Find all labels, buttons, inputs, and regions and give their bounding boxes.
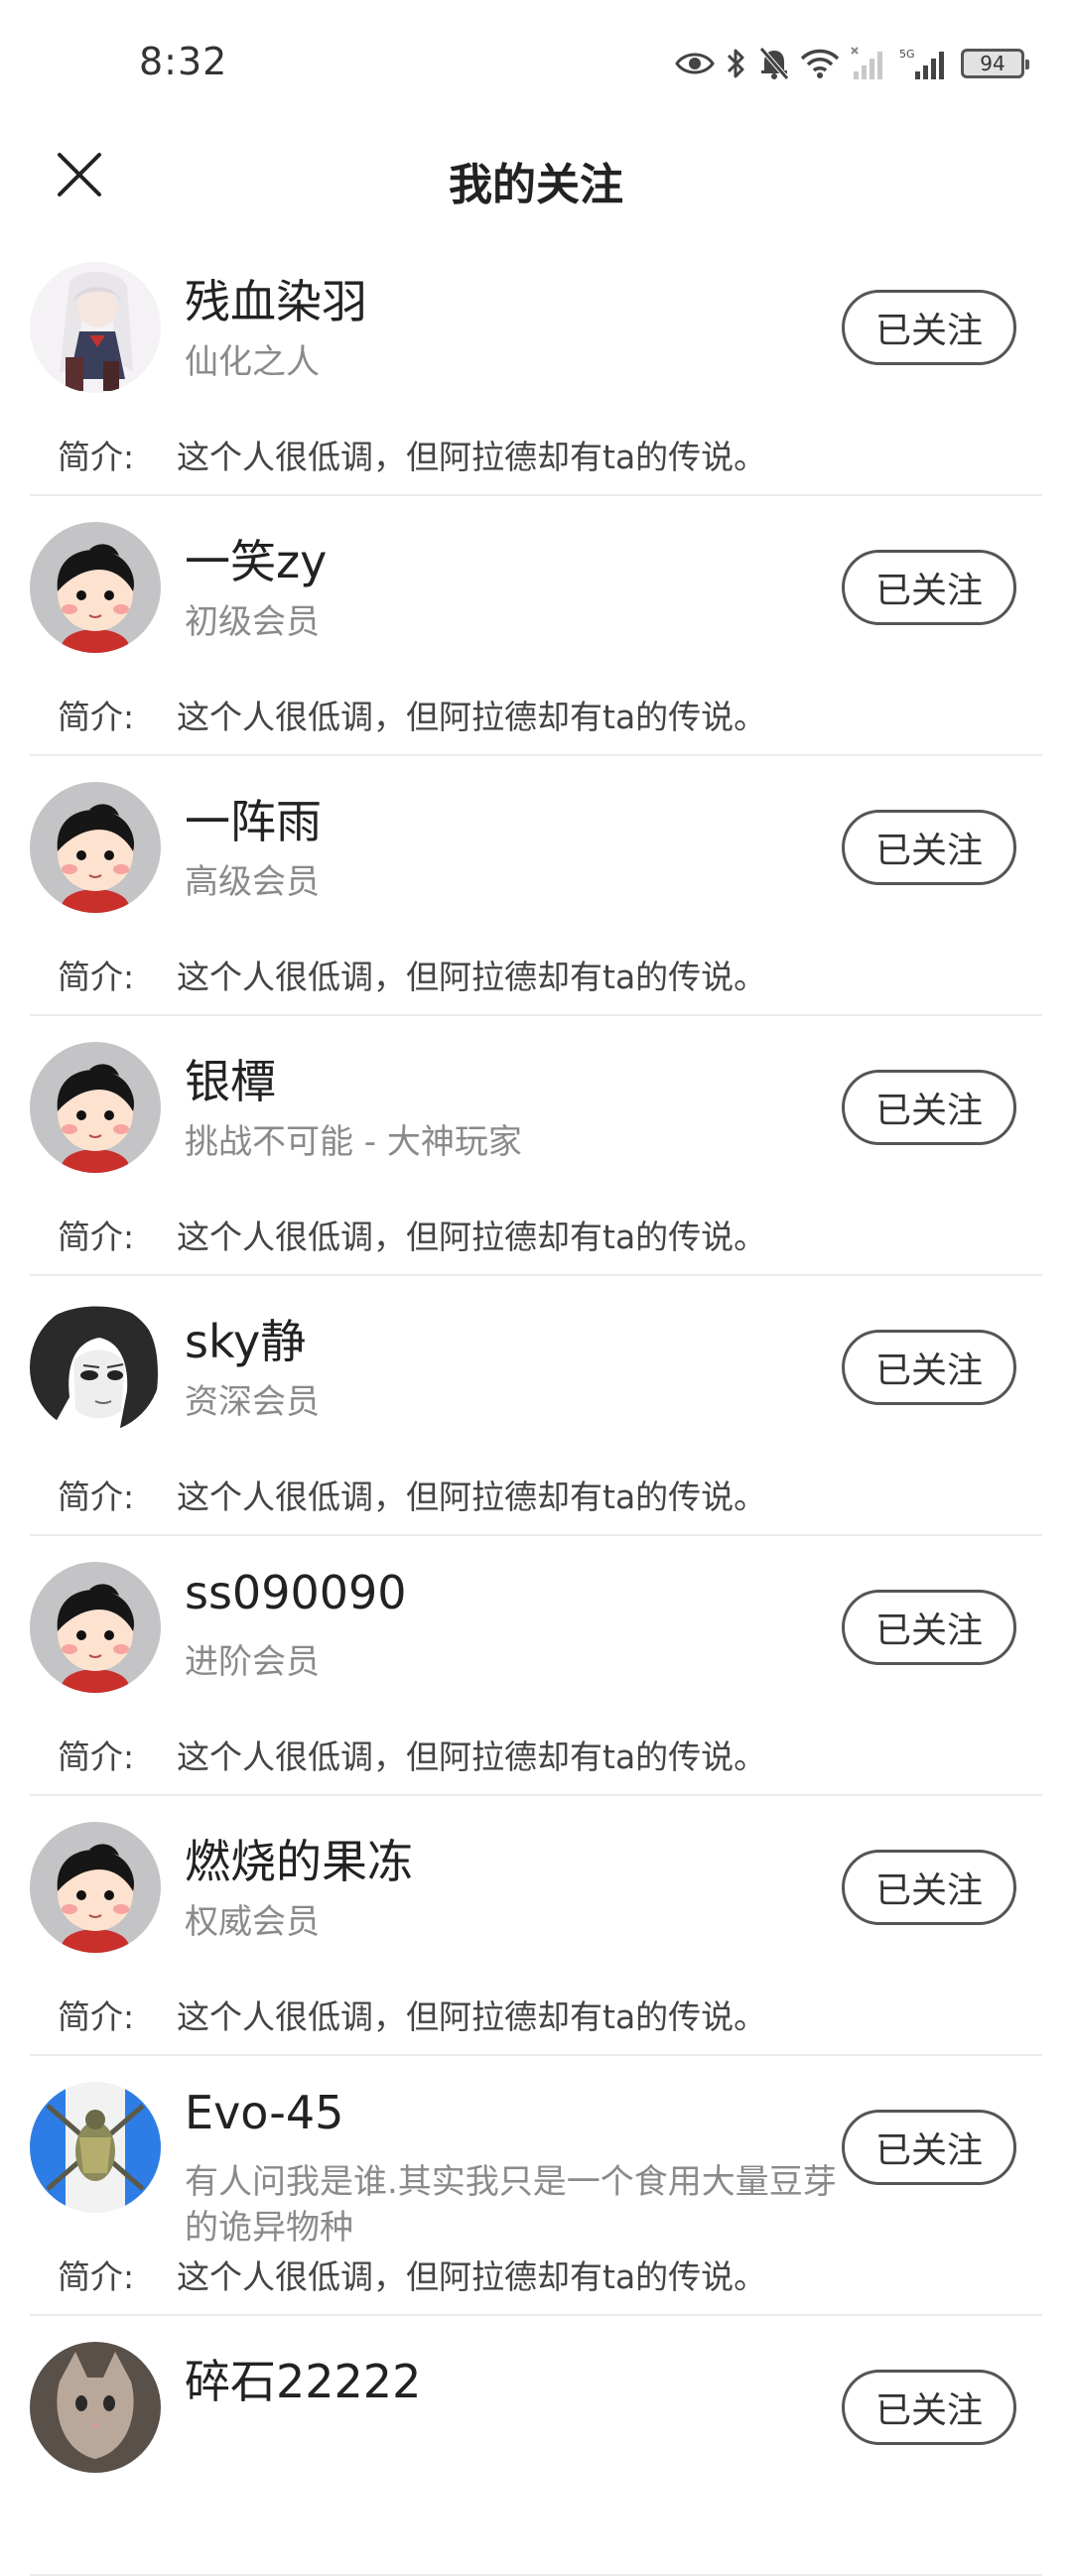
followed-button[interactable]: 已关注	[842, 1070, 1016, 1145]
status-icons: 5G 94	[675, 44, 1029, 83]
user-title: 权威会员	[185, 1902, 320, 1942]
default-cartoon-avatar[interactable]	[30, 1562, 161, 1693]
header: 我的关注	[0, 129, 1072, 228]
intro-text: 这个人很低调，但阿拉德却有ta的传说。	[177, 1218, 767, 1256]
intro-text: 这个人很低调，但阿拉德却有ta的传说。	[177, 1997, 767, 2036]
intro-text: 这个人很低调，但阿拉德却有ta的传说。	[177, 1478, 767, 1516]
no-signal-icon	[851, 47, 882, 79]
signal-5g-icon: 5G	[899, 48, 944, 79]
follow-list: 残血染羽 仙化之人 已关注 简介: 这个人很低调，但阿拉德却有ta的传说。 一笑z…	[0, 236, 1072, 2576]
status-bar: 8:32 5G 94	[0, 0, 1072, 129]
follow-item: 燃烧的果冻 权威会员 已关注 简介: 这个人很低调，但阿拉德却有ta的传说。	[0, 1796, 1072, 2056]
eye-icon	[675, 53, 715, 74]
followed-button[interactable]: 已关注	[842, 290, 1016, 365]
followed-button[interactable]: 已关注	[842, 810, 1016, 885]
user-title: 挑战不可能 - 大神玩家	[185, 1122, 522, 1162]
follow-item: ss090090 进阶会员 已关注 简介: 这个人很低调，但阿拉德却有ta的传说。	[0, 1536, 1072, 1796]
default-cartoon-avatar[interactable]	[30, 1042, 161, 1173]
intro-label: 简介:	[58, 1478, 135, 1516]
intro-row: 简介: 这个人很低调，但阿拉德却有ta的传说。	[58, 951, 766, 998]
follow-item: 一笑zy 初级会员 已关注 简介: 这个人很低调，但阿拉德却有ta的传说。	[0, 496, 1072, 756]
follow-item: 碎石22222 已关注	[0, 2316, 1072, 2576]
sketch-portrait-avatar[interactable]	[30, 1302, 161, 1433]
follow-item: 残血染羽 仙化之人 已关注 简介: 这个人很低调，但阿拉德却有ta的传说。	[0, 236, 1072, 496]
intro-label: 简介:	[58, 1997, 135, 2036]
followed-button[interactable]: 已关注	[842, 1590, 1016, 1665]
intro-row: 简介: 这个人很低调，但阿拉德却有ta的传说。	[58, 1211, 766, 1258]
user-title: 高级会员	[185, 862, 320, 902]
intro-row: 简介: 这个人很低调，但阿拉德却有ta的传说。	[58, 691, 766, 738]
battery-level: 94	[980, 52, 1005, 75]
anime-girl-avatar[interactable]	[30, 262, 161, 393]
svg-text:5G: 5G	[899, 48, 915, 61]
follow-item: sky静 资深会员 已关注 简介: 这个人很低调，但阿拉德却有ta的传说。	[0, 1276, 1072, 1536]
default-cartoon-avatar[interactable]	[30, 522, 161, 653]
follow-item: 银橝 挑战不可能 - 大神玩家 已关注 简介: 这个人很低调，但阿拉德却有ta的传…	[0, 1016, 1072, 1276]
user-name[interactable]: 一笑zy	[185, 526, 327, 591]
user-name[interactable]: 一阵雨	[185, 786, 322, 851]
intro-text: 这个人很低调，但阿拉德却有ta的传说。	[177, 438, 767, 476]
bluetooth-icon	[727, 49, 744, 78]
mute-bell-icon	[759, 47, 789, 80]
intro-text: 这个人很低调，但阿拉德却有ta的传说。	[177, 1738, 767, 1776]
user-name[interactable]: ss090090	[185, 1566, 407, 1619]
intro-label: 简介:	[58, 1738, 135, 1776]
battery-indicator: 94	[961, 49, 1029, 78]
user-name[interactable]: 碎石22222	[185, 2346, 421, 2411]
wifi-icon	[800, 49, 840, 78]
intro-text: 这个人很低调，但阿拉德却有ta的传说。	[177, 958, 767, 996]
intro-label: 简介:	[58, 958, 135, 996]
user-title: 有人问我是谁.其实我只是一个食用大量豆芽的诡异物种	[185, 2162, 837, 2248]
followed-button[interactable]: 已关注	[842, 1850, 1016, 1925]
intro-row: 简介: 这个人很低调，但阿拉德却有ta的传说。	[58, 431, 766, 478]
intro-text: 这个人很低调，但阿拉德却有ta的传说。	[177, 2257, 767, 2296]
user-title: 初级会员	[185, 602, 320, 642]
followed-button[interactable]: 已关注	[842, 2110, 1016, 2185]
intro-row: 简介: 这个人很低调，但阿拉德却有ta的传说。	[58, 1471, 766, 1518]
follow-item: 一阵雨 高级会员 已关注 简介: 这个人很低调，但阿拉德却有ta的传说。	[0, 756, 1072, 1016]
user-name[interactable]: 银橝	[185, 1046, 276, 1111]
user-title: 资深会员	[185, 1382, 320, 1422]
followed-button[interactable]: 已关注	[842, 550, 1016, 625]
intro-label: 简介:	[58, 1218, 135, 1256]
status-time: 8:32	[139, 40, 228, 83]
intro-text: 这个人很低调，但阿拉德却有ta的传说。	[177, 698, 767, 736]
default-cartoon-avatar[interactable]	[30, 782, 161, 913]
user-name[interactable]: sky静	[185, 1306, 306, 1371]
intro-label: 简介:	[58, 2257, 135, 2296]
follow-item: Evo-45 有人问我是谁.其实我只是一个食用大量豆芽的诡异物种 已关注 简介:…	[0, 2056, 1072, 2316]
armored-bug-avatar[interactable]	[30, 2082, 161, 2213]
followed-button[interactable]: 已关注	[842, 1330, 1016, 1405]
default-cartoon-avatar[interactable]	[30, 1822, 161, 1953]
intro-label: 简介:	[58, 438, 135, 476]
intro-row: 简介: 这个人很低调，但阿拉德却有ta的传说。	[58, 1991, 766, 2038]
intro-row: 简介: 这个人很低调，但阿拉德却有ta的传说。	[58, 1731, 766, 1778]
cat-photo-avatar[interactable]	[30, 2342, 161, 2473]
intro-label: 简介:	[58, 698, 135, 736]
user-name[interactable]: Evo-45	[185, 2086, 343, 2139]
user-title: 进阶会员	[185, 1642, 320, 1682]
followed-button[interactable]: 已关注	[842, 2370, 1016, 2445]
user-title: 仙化之人	[185, 342, 320, 382]
intro-row: 简介: 这个人很低调，但阿拉德却有ta的传说。	[58, 2251, 766, 2298]
user-name[interactable]: 残血染羽	[185, 266, 367, 331]
user-name[interactable]: 燃烧的果冻	[185, 1826, 413, 1891]
page-title: 我的关注	[449, 160, 623, 210]
